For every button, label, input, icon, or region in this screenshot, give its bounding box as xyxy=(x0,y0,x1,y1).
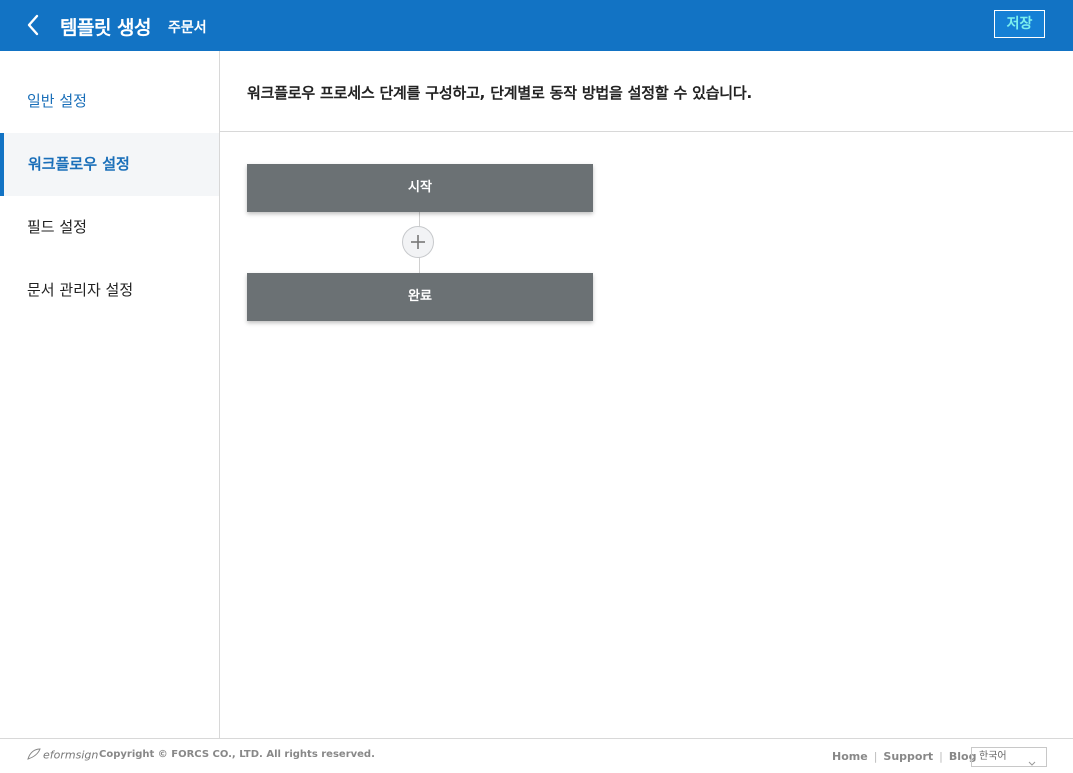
brand-logo: eformsign xyxy=(27,748,98,763)
chevron-down-icon xyxy=(1028,755,1036,773)
copyright-text: Copyright © FORCS CO., LTD. All rights r… xyxy=(99,749,375,760)
divider xyxy=(220,131,1073,132)
top-header: 템플릿 생성 주문서 저장 xyxy=(0,0,1073,51)
sidebar-item-label: 워크플로우 설정 xyxy=(28,155,130,173)
footer-links: Home | Support | Blog xyxy=(832,750,976,763)
footer-link-home[interactable]: Home xyxy=(832,750,868,763)
workflow-step-start[interactable]: 시작 xyxy=(247,164,593,212)
sidebar-item-document-manager-settings[interactable]: 문서 관리자 설정 xyxy=(0,259,219,322)
workflow-description: 워크플로우 프로세스 단계를 구성하고, 단계별로 동작 방법을 설정할 수 있… xyxy=(247,84,752,102)
chevron-left-icon xyxy=(22,12,46,38)
language-select[interactable]: 한국어 xyxy=(971,747,1047,767)
sidebar-item-label: 문서 관리자 설정 xyxy=(27,281,134,299)
sidebar-item-general-settings[interactable]: 일반 설정 xyxy=(0,70,219,133)
language-selected-value: 한국어 xyxy=(979,751,1007,762)
back-button[interactable] xyxy=(22,12,46,38)
brand-name: eformsign xyxy=(43,748,99,762)
template-name: 주문서 xyxy=(168,20,207,36)
workflow-step-complete[interactable]: 완료 xyxy=(247,273,593,321)
footer: eformsign Copyright © FORCS CO., LTD. Al… xyxy=(0,738,1073,773)
sidebar-item-label: 필드 설정 xyxy=(27,218,87,236)
link-separator: | xyxy=(939,750,943,763)
sidebar-item-field-settings[interactable]: 필드 설정 xyxy=(0,196,219,259)
link-separator: | xyxy=(873,750,878,763)
sidebar-item-workflow-settings[interactable]: 워크플로우 설정 xyxy=(0,133,219,196)
add-step-button[interactable] xyxy=(402,226,434,258)
eformsign-logo-icon xyxy=(27,748,41,763)
active-indicator xyxy=(0,133,4,196)
save-button[interactable]: 저장 xyxy=(994,10,1045,38)
sidebar: 일반 설정 워크플로우 설정 필드 설정 문서 관리자 설정 xyxy=(0,51,220,739)
page-title: 템플릿 생성 xyxy=(60,17,152,39)
footer-link-support[interactable]: Support xyxy=(883,750,933,763)
sidebar-item-label: 일반 설정 xyxy=(27,92,87,110)
